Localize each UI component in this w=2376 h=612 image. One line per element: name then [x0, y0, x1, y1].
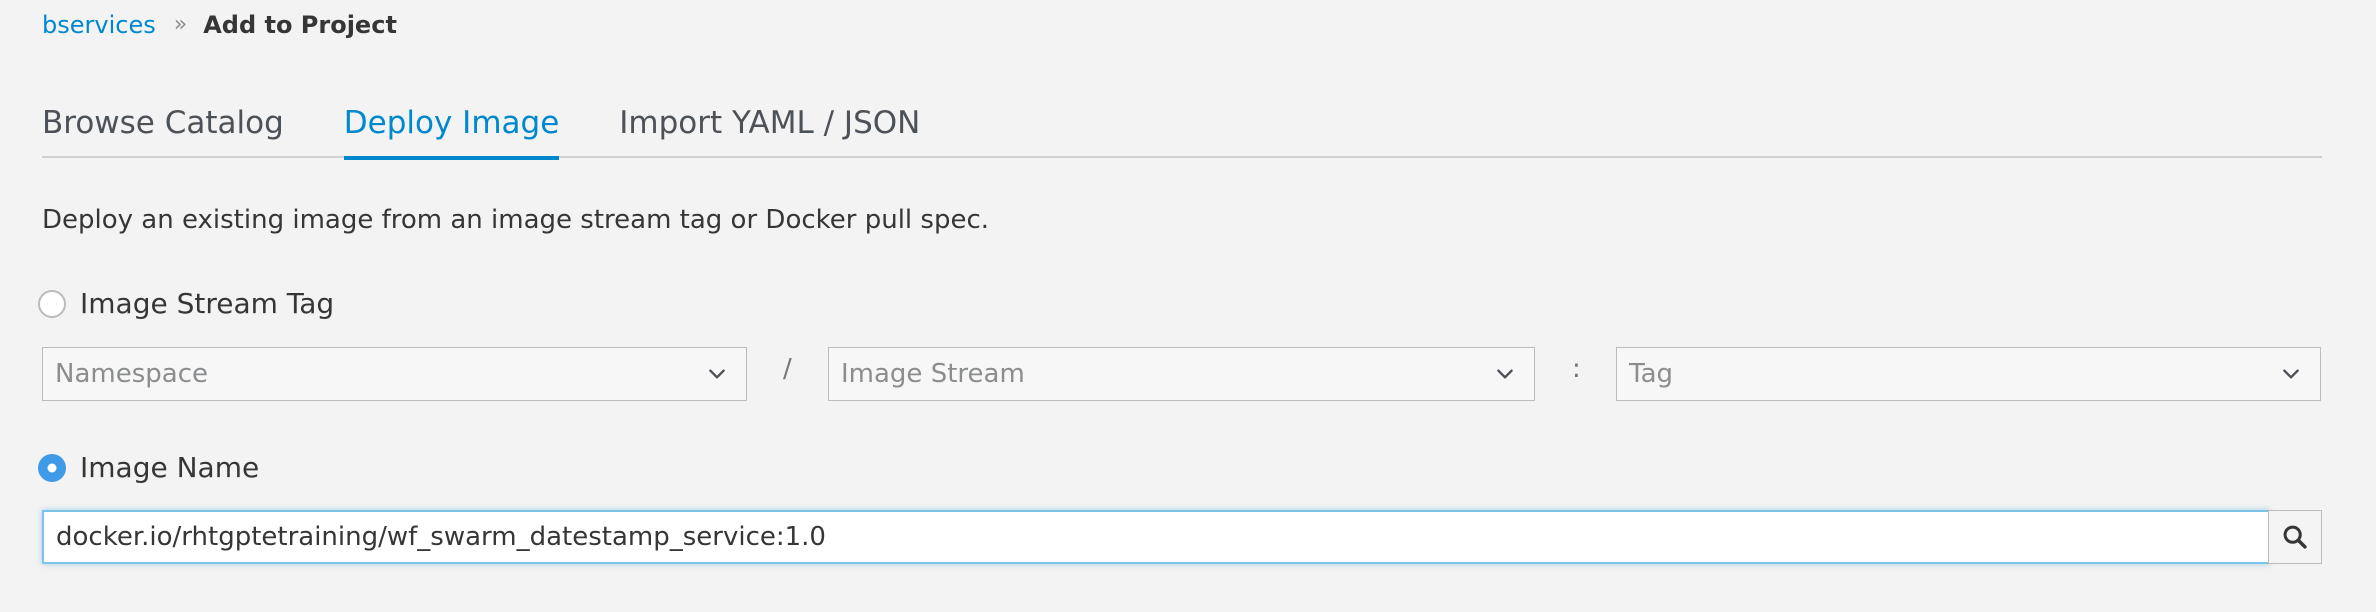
image-stream-select[interactable]: Image Stream	[828, 347, 1535, 401]
namespace-select[interactable]: Namespace	[42, 347, 747, 401]
breadcrumb: bservices » Add to Project	[42, 9, 397, 41]
tab-bar: Browse Catalog Deploy Image Import YAML …	[42, 98, 2322, 160]
chevron-down-icon	[709, 369, 725, 379]
image-stream-select-placeholder: Image Stream	[841, 359, 1025, 389]
breadcrumb-link-project[interactable]: bservices	[42, 9, 156, 41]
tab-browse-catalog[interactable]: Browse Catalog	[42, 98, 284, 158]
image-name-option[interactable]: Image Name	[38, 450, 259, 486]
namespace-stream-separator: /	[783, 354, 792, 384]
image-stream-tag-label: Image Stream Tag	[80, 287, 335, 320]
page-description: Deploy an existing image from an image s…	[42, 205, 990, 235]
tab-import-yaml-json[interactable]: Import YAML / JSON	[619, 98, 920, 158]
search-button[interactable]	[2268, 510, 2322, 564]
namespace-select-placeholder: Namespace	[55, 359, 208, 389]
tag-select[interactable]: Tag	[1616, 347, 2321, 401]
image-stream-tag-radio[interactable]	[38, 290, 66, 318]
image-name-radio[interactable]	[38, 454, 66, 482]
add-to-project-page: bservices » Add to Project Browse Catalo…	[0, 0, 2376, 612]
image-stream-tag-option[interactable]: Image Stream Tag	[38, 286, 334, 322]
chevron-down-icon	[2283, 369, 2299, 379]
stream-tag-separator: :	[1572, 354, 1581, 384]
image-name-label: Image Name	[80, 451, 260, 484]
breadcrumb-separator-icon: »	[173, 12, 188, 37]
tag-select-placeholder: Tag	[1629, 359, 1674, 389]
search-icon	[2283, 525, 2307, 549]
image-name-input[interactable]	[42, 510, 2270, 564]
breadcrumb-current: Add to Project	[203, 11, 397, 39]
chevron-down-icon	[1497, 369, 1513, 379]
tab-deploy-image[interactable]: Deploy Image	[343, 98, 559, 160]
